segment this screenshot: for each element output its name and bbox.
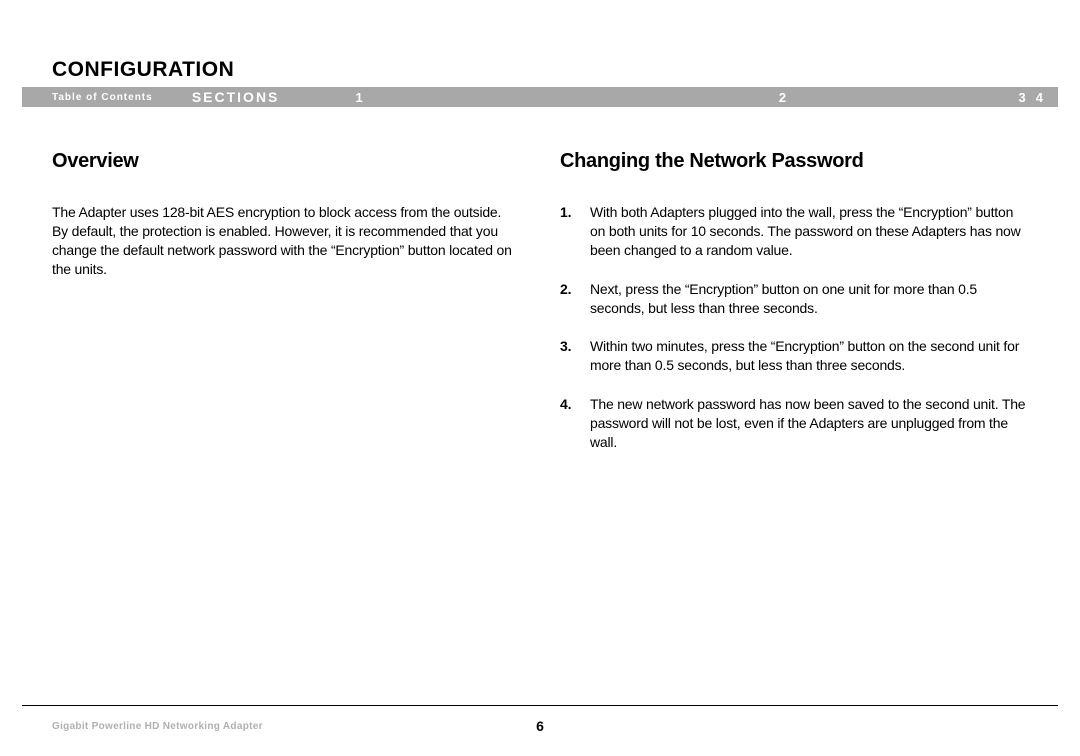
nav-toc-link[interactable]: Table of Contents bbox=[22, 92, 192, 103]
overview-body: The Adapter uses 128-bit AES encryption … bbox=[52, 203, 520, 279]
content-area: Overview The Adapter uses 128-bit AES en… bbox=[52, 150, 1028, 472]
nav-section-4[interactable]: 4 bbox=[1036, 90, 1058, 105]
section-nav-bar: Table of Contents SECTIONS 1 2 3 4 bbox=[22, 87, 1058, 107]
nav-section-1[interactable]: 1 bbox=[317, 90, 402, 105]
step-item: With both Adapters plugged into the wall… bbox=[560, 203, 1028, 260]
step-item: The new network password has now been sa… bbox=[560, 395, 1028, 452]
nav-sections-label: SECTIONS bbox=[192, 89, 317, 105]
right-column: Changing the Network Password With both … bbox=[560, 150, 1028, 472]
step-item: Next, press the “Encryption” button on o… bbox=[560, 280, 1028, 318]
overview-heading: Overview bbox=[52, 150, 520, 173]
password-heading: Changing the Network Password bbox=[560, 150, 1028, 173]
password-steps: With both Adapters plugged into the wall… bbox=[560, 203, 1028, 452]
nav-section-2[interactable]: 2 bbox=[402, 90, 797, 105]
nav-section-3[interactable]: 3 bbox=[796, 90, 1036, 105]
footer-page-number: 6 bbox=[0, 718, 1080, 734]
page-title: CONFIGURATION bbox=[52, 58, 234, 82]
footer-divider bbox=[22, 705, 1058, 706]
left-column: Overview The Adapter uses 128-bit AES en… bbox=[52, 150, 520, 472]
step-item: Within two minutes, press the “Encryptio… bbox=[560, 337, 1028, 375]
